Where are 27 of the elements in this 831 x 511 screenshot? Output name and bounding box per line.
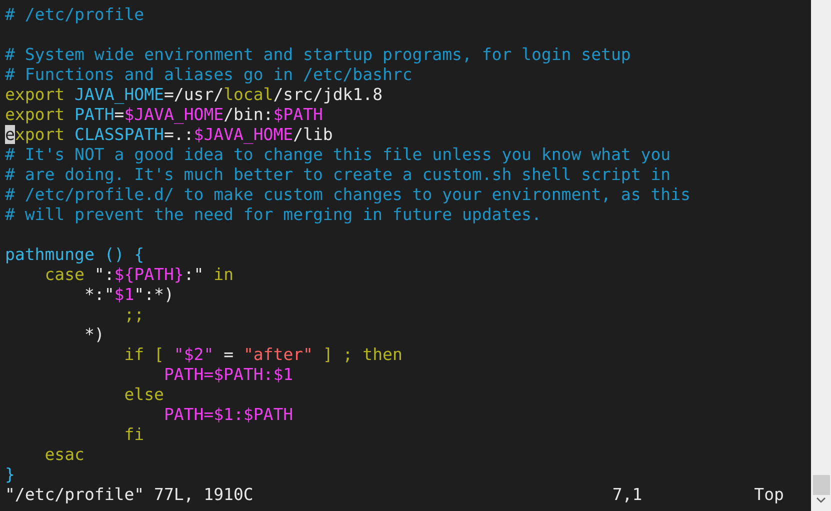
code-line: *:"$1":*) <box>83 285 174 305</box>
scrollbar[interactable] <box>811 0 831 511</box>
status-message: "/etc/profile" 77L, 1910C <box>5 485 254 505</box>
code-line: # System wide environment and startup programs, for login setup <box>5 45 631 65</box>
code-line: export JAVA_HOME=/usr/local/src/jdk1.8 <box>5 85 383 105</box>
code-line: *) <box>83 325 104 345</box>
code-line: export CLASSPATH=.:$JAVA_HOME/lib <box>5 125 333 145</box>
code-line: if [ "$2" = "after" ] ; then <box>123 345 402 365</box>
code-line: fi <box>123 425 144 445</box>
code-line: else <box>123 385 164 405</box>
code-line: # Functions and aliases go in /etc/bashrc <box>5 65 412 85</box>
code-line: ;; <box>123 305 144 325</box>
code-line: export PATH=$JAVA_HOME/bin:$PATH <box>5 105 323 125</box>
code-line: PATH=$PATH:$1 <box>162 365 294 385</box>
scrollbar-thumb[interactable] <box>812 475 830 495</box>
code-line: PATH=$1:$PATH <box>162 405 294 425</box>
code-line: esac <box>44 445 84 465</box>
code-line: # are doing. It's much better to create a custom.sh shell script in <box>5 165 671 185</box>
code-line: case ":${PATH}:" in <box>44 265 234 285</box>
code-line: # /etc/profile <box>5 5 144 25</box>
code-line: # It's NOT a good idea to change this file unless you know what you <box>5 145 671 165</box>
code-line: } <box>5 465 15 485</box>
code-line: pathmunge () { <box>5 245 144 265</box>
code-line: # will prevent the need for merging in future updates. <box>5 205 542 225</box>
code-line: # /etc/profile.d/ to make custom changes to your environment, as this <box>5 185 690 205</box>
scroll-position: Top <box>754 485 784 505</box>
cursor-position: 7,1 <box>612 485 642 505</box>
